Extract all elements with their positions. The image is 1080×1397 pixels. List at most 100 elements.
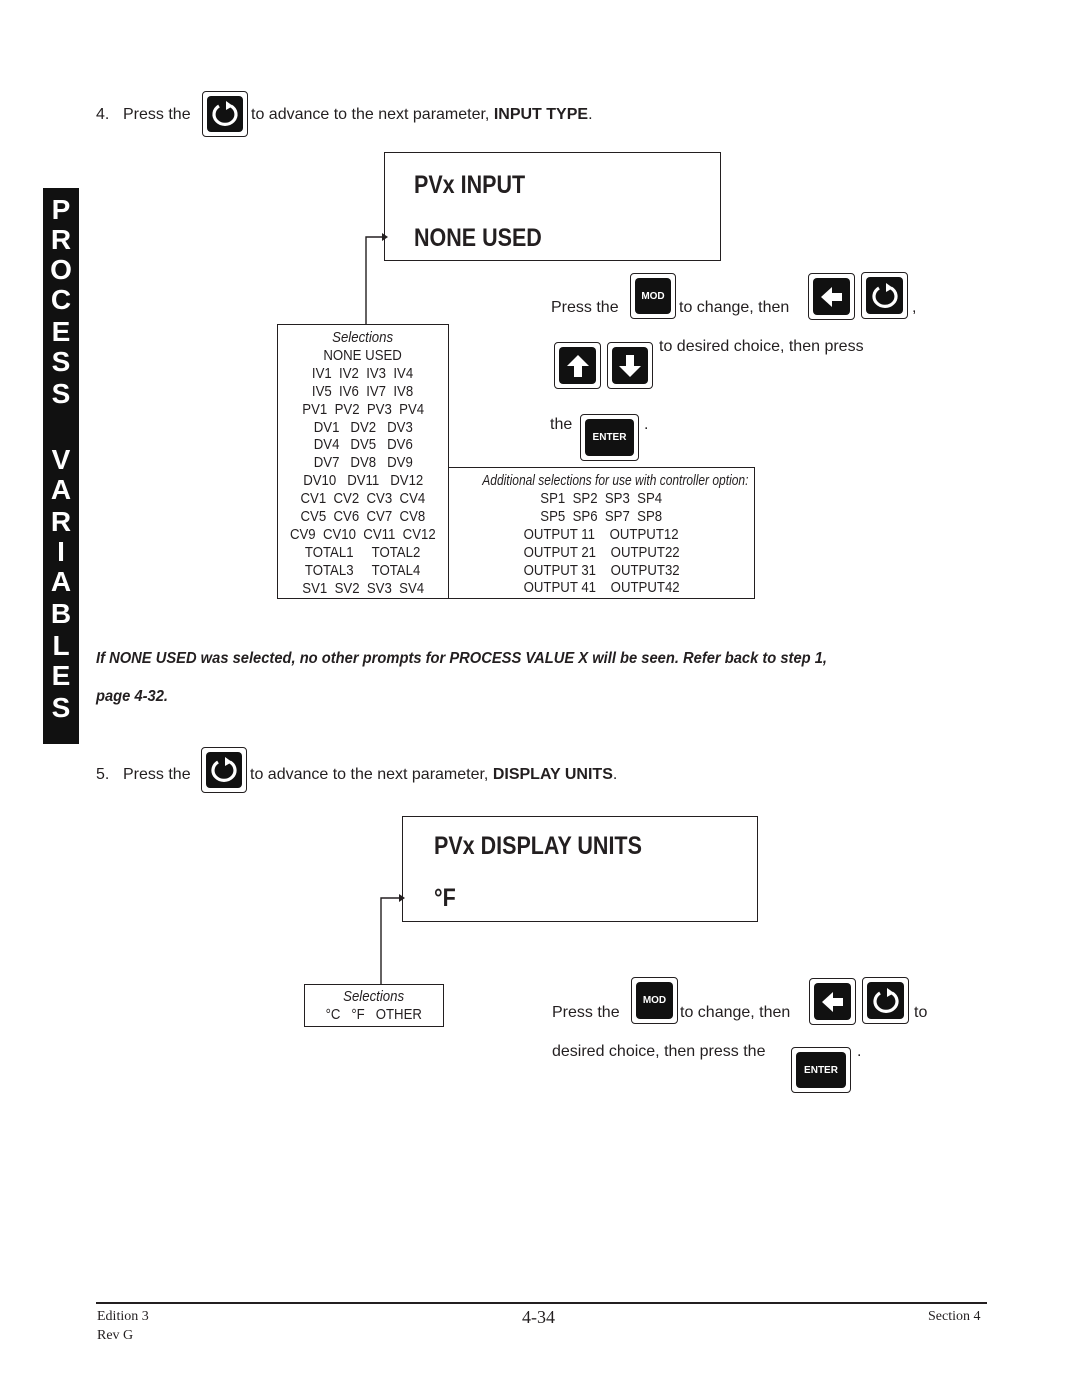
selection-row: NONE USED [323,346,403,364]
note-line-1: If NONE USED was selected, no other prom… [96,650,827,667]
instr1-the: the [550,416,573,433]
sidebar-letter: O [50,254,72,285]
left-arrow-icon [814,983,851,1020]
down-arrow-icon [612,347,648,384]
param-input-type: INPUT TYPE [493,106,589,123]
scroll-key-3 [201,747,247,793]
selection-row: TOTAL1 TOTAL2 [305,543,421,561]
selection-row: PV1 PV2 PV3 PV4 [302,400,424,418]
selection-row: DV1 DV2 DV3 [313,418,413,436]
enter-key: ENTER [580,414,639,461]
lcd-line-2: NONE USED [414,224,542,252]
lcd-line-1: PVx INPUT [414,171,526,199]
instr2-press-the: Press the [552,1004,620,1021]
selection-row: IV5 IV6 IV7 IV8 [312,382,414,400]
lcd-display-input: PVx INPUT NONE USED [384,152,721,261]
selection-row: IV1 IV2 IV3 IV4 [312,364,414,382]
selection-row: CV9 CV10 CV11 CV12 [290,525,436,543]
scroll-key-4 [862,977,909,1024]
additional-selections-header: Additional selections for use with contr… [482,472,749,489]
scroll-cycle-icon [207,96,243,132]
selection-row: OUTPUT 21 OUTPUT22 [523,543,680,561]
lcd-line-2: °F [434,884,456,912]
lcd-display-units: PVx DISPLAY UNITS °F [402,816,758,922]
step-4-text: to advance to the next parameter, INPUT … [251,106,593,123]
selection-row: SP5 SP6 SP7 SP8 [540,507,663,525]
lcd-line-1: PVx DISPLAY UNITS [434,832,642,860]
up-arrow-key [554,342,601,389]
selection-row: OUTPUT 41 OUTPUT42 [523,579,680,597]
instr1-comma: , [912,299,917,316]
instr1-press-the: Press the [551,299,619,316]
additional-selections-box: Additional selections for use with contr… [448,467,755,599]
selection-row: OUTPUT 31 OUTPUT32 [523,561,680,579]
section-sidebar-tab: PROCESSVARIABLES [43,188,79,744]
note-line-2: page 4-32. [96,688,169,705]
mod-key-label: MOD [636,982,673,1019]
scroll-cycle-icon [866,277,903,314]
sidebar-letter: C [50,284,72,315]
sidebar-letter: A [50,474,72,505]
up-arrow-icon [559,347,596,384]
left-arrow-icon [813,278,850,315]
selections-header: Selections [343,988,405,1005]
sidebar-letter: R [50,506,72,537]
down-arrow-key [607,342,653,389]
sidebar-letter: E [51,660,71,691]
selection-row: SP1 SP2 SP3 SP4 [540,489,663,507]
sidebar-letter: S [51,346,71,377]
selection-row: °C °F OTHER [325,1005,423,1023]
sidebar-letter: I [57,536,65,567]
step-5-text: to advance to the next parameter, DISPLA… [250,766,618,783]
scroll-cycle-icon [867,982,904,1019]
selections-box-units: Selections °C °F OTHER [304,984,444,1027]
step-5-number: 5. [96,766,110,783]
selection-row: DV4 DV5 DV6 [313,436,413,454]
left-arrow-key [808,273,855,320]
instr2-desired: desired choice, then press the [552,1043,766,1060]
scroll-key [202,91,248,137]
sidebar-letter: S [51,378,71,409]
footer-page-number: 4-34 [522,1307,555,1327]
step-4-number: 4. [96,106,110,123]
footer-edition: Edition 3 [97,1309,149,1324]
selection-row: TOTAL3 TOTAL4 [305,561,421,579]
instr2-to-change: to change, then [680,1004,791,1021]
sidebar-letter: A [50,566,72,597]
scroll-key-2 [861,272,908,319]
selection-row: DV10 DV11 DV12 [302,472,424,490]
instr1-to-change: to change, then [679,299,790,316]
footer-rev: Rev G [97,1328,134,1343]
instr1-to-desired: to desired choice, then press [659,338,864,355]
footer-rule [96,1302,987,1304]
mod-key: MOD [630,273,676,319]
mod-key-label: MOD [635,278,671,314]
selection-row: CV5 CV6 CV7 CV8 [300,508,426,526]
enter-key-label: ENTER [585,419,634,456]
footer-section: Section 4 [928,1309,981,1324]
enter-key-2: ENTER [791,1047,851,1093]
sidebar-letter: E [51,316,71,347]
enter-key-label: ENTER [796,1052,846,1088]
selection-row: OUTPUT 11 OUTPUT12 [523,525,680,543]
selection-arrow-connector [365,233,388,326]
mod-key-2: MOD [631,977,678,1024]
selection-arrow-connector-2 [380,894,405,985]
step-5-press-the: Press the [123,766,191,783]
step-4-press-the: Press the [123,106,191,123]
selection-row: DV7 DV8 DV9 [313,454,413,472]
scroll-cycle-icon [206,752,242,788]
selection-row: SV1 SV2 SV3 SV4 [302,579,424,597]
sidebar-letter: P [51,194,71,225]
sidebar-letter: L [52,630,70,661]
sidebar-letter: R [50,224,72,255]
sidebar-letter: V [51,444,71,475]
selection-row: CV1 CV2 CV3 CV4 [300,490,426,508]
left-arrow-key-2 [809,978,856,1025]
instr2-period: . [857,1043,862,1060]
instr2-to: to [914,1004,928,1021]
selections-box-input: Selections NONE USED IV1 IV2 IV3 IV4 IV5 I… [277,324,449,599]
sidebar-letter: B [50,598,72,629]
selections-header: Selections [332,329,394,346]
param-display-units: DISPLAY UNITS [492,766,613,783]
